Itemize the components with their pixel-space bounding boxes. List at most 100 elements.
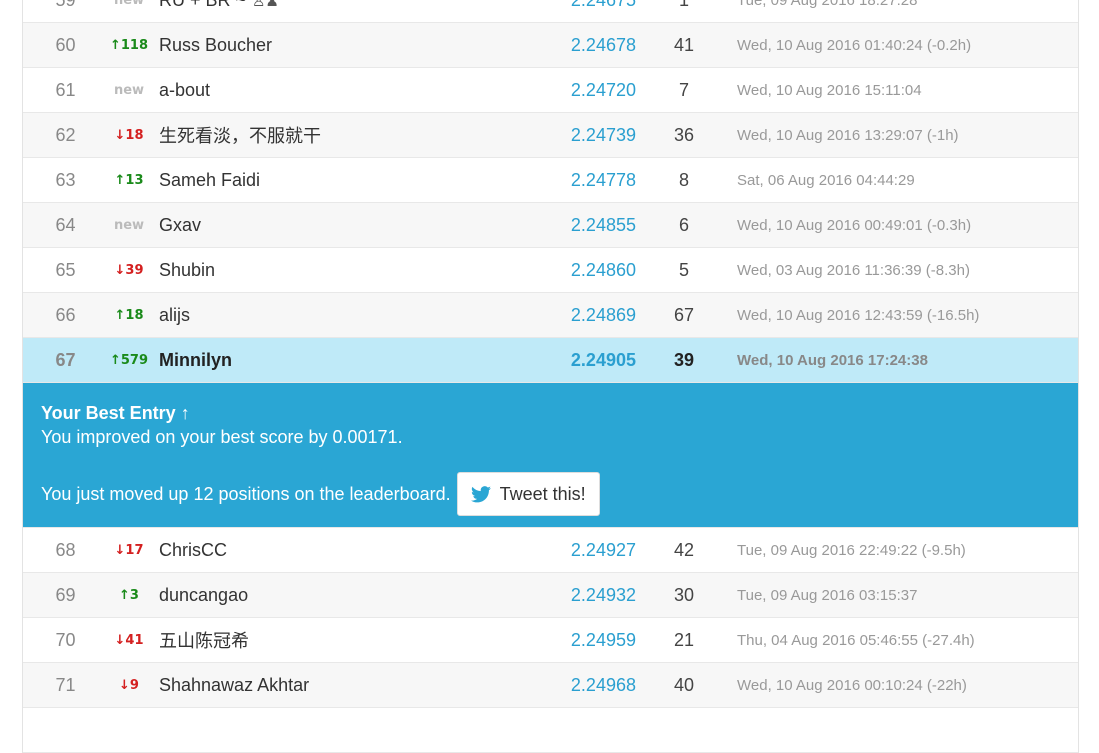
my-team-row[interactable]: 67 ↑579 Minnilyn 2.24905 39 Wed, 10 Aug … — [23, 338, 1078, 383]
table-row[interactable]: 61 new a-bout 2.24720 7 Wed, 10 Aug 2016 15:1… — [23, 68, 1078, 113]
rank-change: ↑13 — [108, 173, 150, 188]
table-row[interactable] — [23, 708, 1078, 753]
team-name-text: Shahnawaz Akhtar — [159, 674, 310, 695]
score-text: 2.24932 — [570, 584, 636, 605]
team-name[interactable]: Russ Boucher — [150, 35, 529, 56]
last-submission-text: Wed, 10 Aug 2016 01:40:24 (-0.2h) — [737, 36, 972, 54]
team-name-text: Gxav — [159, 214, 202, 235]
entries-count-text: 42 — [673, 539, 695, 560]
entries-count: 40 — [642, 675, 726, 696]
rank-change: new — [108, 218, 150, 233]
rank-text: 71 — [55, 674, 76, 695]
banner-moved-line: You just moved up 12 positions on the le… — [41, 472, 1060, 516]
rank-change: ↑579 — [109, 352, 149, 368]
table-row[interactable]: 62 ↓18 生死看淡，不服就干 2.24739 36 Wed, 10 Aug 2016 … — [23, 113, 1078, 158]
entries-count-text: 7 — [678, 79, 689, 100]
entries-count: 42 — [642, 540, 726, 561]
team-name[interactable]: 五山陈冠希 — [150, 627, 529, 653]
entries-count-text: 21 — [673, 629, 695, 650]
team-name[interactable]: alijs — [150, 305, 529, 326]
leaderboard: 59 new RU + BR ~ ♙♟ 2.24675 1 Tue, 09 Aug 2016… — [22, 0, 1079, 753]
rank-text: 63 — [55, 169, 76, 190]
last-submission: Thu, 04 Aug 2016 05:46:55 (-27.4h) — [726, 632, 1078, 649]
score: 2.24778 — [529, 170, 642, 191]
rank-change: new — [108, 0, 150, 8]
score: 2.24720 — [529, 80, 642, 101]
entries-count-text: 5 — [678, 259, 689, 280]
entries-count-text: 36 — [673, 124, 695, 145]
rank: 63 — [23, 170, 108, 191]
rank: 64 — [23, 215, 108, 236]
banner-improved-text: You improved on your best score by 0.001… — [41, 427, 403, 447]
rank-change-text: ↓39 — [114, 262, 144, 278]
score: 2.24869 — [529, 305, 642, 326]
rank-text: 60 — [55, 34, 76, 55]
last-submission-text: Wed, 10 Aug 2016 15:11:04 — [737, 81, 922, 99]
score-text: 2.24855 — [570, 214, 636, 235]
rank-change-text: ↑118 — [109, 37, 149, 53]
entries-count: 36 — [642, 125, 726, 146]
rank-change-text: new — [113, 217, 145, 233]
team-name[interactable]: a-bout — [150, 80, 529, 101]
last-submission-text: Tue, 09 Aug 2016 03:15:37 — [737, 586, 918, 604]
table-row[interactable]: 68 ↓17 ChrisCC 2.24927 42 Tue, 09 Aug 2016 22… — [23, 528, 1078, 573]
table-row[interactable]: 59 new RU + BR ~ ♙♟ 2.24675 1 Tue, 09 Aug 2016… — [23, 0, 1078, 23]
team-name-text: a-bout — [159, 79, 211, 100]
table-row[interactable]: 66 ↑18 alijs 2.24869 67 Wed, 10 Aug 2016 12:4… — [23, 293, 1078, 338]
last-submission: Wed, 10 Aug 2016 12:43:59 (-16.5h) — [726, 307, 1078, 324]
entries-count-text: 67 — [673, 304, 695, 325]
last-submission-text: Sat, 06 Aug 2016 04:44:29 — [737, 171, 915, 189]
table-row[interactable]: 71 ↓9 Shahnawaz Akhtar 2.24968 40 Wed, 10 Aug… — [23, 663, 1078, 708]
last-submission-text: Wed, 10 Aug 2016 00:10:24 (-22h) — [737, 676, 967, 694]
rank-change: ↓18 — [108, 128, 150, 143]
team-name[interactable]: Minnilyn — [150, 350, 529, 371]
entries-count: 39 — [673, 349, 695, 370]
team-name[interactable]: Gxav — [150, 215, 529, 236]
rank-change-text: new — [113, 0, 145, 8]
last-submission-text: Wed, 10 Aug 2016 12:43:59 (-16.5h) — [737, 306, 980, 324]
team-name[interactable]: Sameh Faidi — [150, 170, 529, 191]
table-row[interactable]: 63 ↑13 Sameh Faidi 2.24778 8 Sat, 06 Aug 2016… — [23, 158, 1078, 203]
rank-change: ↑18 — [108, 308, 150, 323]
team-name[interactable]: Shahnawaz Akhtar — [150, 675, 529, 696]
rank: 59 — [23, 0, 108, 11]
last-submission: Tue, 09 Aug 2016 18:27:28 — [726, 0, 1078, 9]
rows-after: 68 ↓17 ChrisCC 2.24927 42 Tue, 09 Aug 2016 22… — [23, 528, 1078, 753]
rank-change-text: new — [113, 82, 145, 98]
rank-change-text: ↑13 — [114, 172, 144, 188]
rank-text: 66 — [55, 304, 76, 325]
score-text: 2.24739 — [570, 124, 636, 145]
team-name[interactable]: RU + BR ~ ♙♟ — [150, 0, 529, 11]
score: 2.24932 — [529, 585, 642, 606]
score-text: 2.24959 — [570, 629, 636, 650]
rank-change-text: ↓9 — [119, 677, 139, 693]
table-row[interactable]: 60 ↑118 Russ Boucher 2.24678 41 Wed, 10 Aug 2… — [23, 23, 1078, 68]
rank: 60 — [23, 35, 108, 56]
team-emoji-icon: ♙♟ — [252, 0, 279, 10]
last-submission: Wed, 10 Aug 2016 00:10:24 (-22h) — [726, 677, 1078, 694]
last-submission-text: Thu, 04 Aug 2016 05:46:55 (-27.4h) — [737, 631, 975, 649]
rank-change: ↓41 — [108, 633, 150, 648]
team-name[interactable]: duncangao — [150, 585, 529, 606]
last-submission-text: Wed, 03 Aug 2016 11:36:39 (-8.3h) — [737, 261, 970, 279]
score-text: 2.24678 — [570, 34, 636, 55]
rank: 66 — [23, 305, 108, 326]
tweet-button[interactable]: Tweet this! — [456, 472, 600, 516]
table-row[interactable]: 69 ↑3 duncangao 2.24932 30 Tue, 09 Aug 2016 0… — [23, 573, 1078, 618]
team-name[interactable]: ChrisCC — [150, 540, 529, 561]
last-submission: Tue, 09 Aug 2016 22:49:22 (-9.5h) — [726, 542, 1078, 559]
score: 2.24678 — [529, 35, 642, 56]
score-text: 2.24869 — [570, 304, 636, 325]
entries-count: 67 — [642, 305, 726, 326]
team-name[interactable]: 生死看淡，不服就干 — [150, 122, 529, 148]
table-row[interactable]: 64 new Gxav 2.24855 6 Wed, 10 Aug 2016 00:49:… — [23, 203, 1078, 248]
last-submission: Wed, 10 Aug 2016 00:49:01 (-0.3h) — [726, 217, 1078, 234]
table-row[interactable]: 70 ↓41 五山陈冠希 2.24959 21 Thu, 04 Aug 2016 05:4… — [23, 618, 1078, 663]
team-name[interactable]: Shubin — [150, 260, 529, 281]
team-name-text: 五山陈冠希 — [159, 631, 249, 651]
table-row[interactable]: 65 ↓39 Shubin 2.24860 5 Wed, 03 Aug 2016 11:3… — [23, 248, 1078, 293]
last-submission-text: Tue, 09 Aug 2016 18:27:28 — [737, 0, 918, 9]
entries-count: 8 — [642, 170, 726, 191]
entries-count-text: 40 — [673, 674, 695, 695]
entries-count-text: 6 — [678, 214, 689, 235]
